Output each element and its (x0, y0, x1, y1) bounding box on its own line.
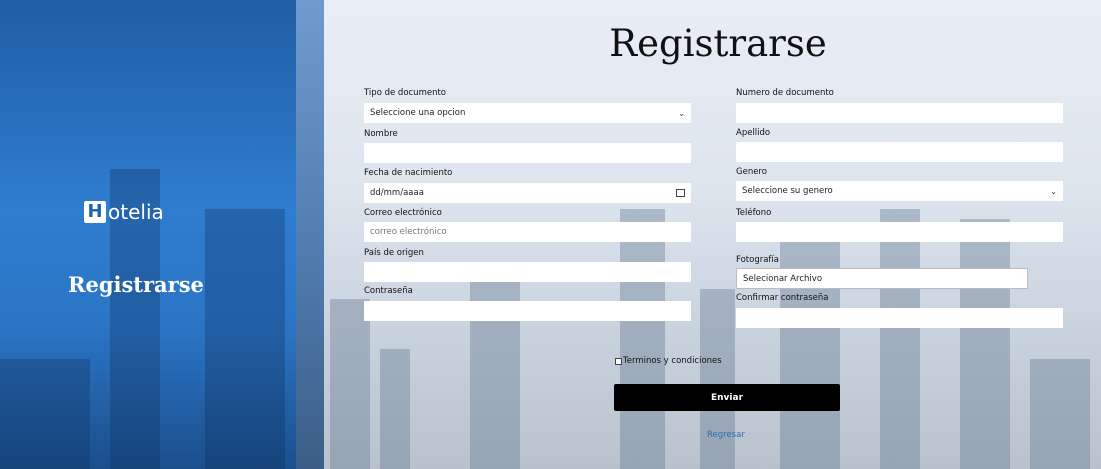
side-panel (0, 0, 296, 469)
file-button-label: Selecionar Archivo (743, 273, 823, 284)
telefono-label: Teléfono (736, 208, 772, 218)
calendar-icon[interactable] (676, 189, 685, 197)
tipo-documento-label: Tipo de documento (364, 88, 447, 98)
confirmar-label: Confirmar contraseña (736, 293, 829, 303)
genero-label: Genero (736, 167, 767, 177)
fotografia-label: Fotografía (736, 255, 779, 265)
apellido-label: Apellido (736, 128, 771, 138)
pais-input[interactable] (364, 262, 691, 282)
chevron-down-icon: ⌄ (678, 108, 685, 118)
terms-checkbox[interactable] (615, 357, 622, 365)
page-title: Registrarse (609, 22, 827, 65)
fotografia-file-button[interactable]: Selecionar Archivo (736, 268, 1028, 289)
regresar-link[interactable]: Regresar (707, 430, 745, 440)
tipo-documento-value: Seleccione una opcion (370, 108, 466, 118)
fecha-nacimiento-input[interactable]: dd/mm/aaaa (364, 183, 691, 203)
fecha-nacimiento-label: Fecha de nacimiento (364, 168, 453, 178)
logo-h-icon: H (84, 201, 106, 223)
correo-placeholder: correo electrónico (370, 227, 447, 237)
genero-value: Seleccione su genero (742, 186, 833, 196)
numero-documento-input[interactable] (736, 103, 1063, 123)
enviar-button[interactable]: Enviar (614, 384, 840, 411)
terms-row: Terminos y condiciones (615, 356, 722, 366)
pais-label: País de origen (364, 248, 424, 258)
contrasena-input[interactable] (364, 301, 691, 321)
numero-documento-label: Numero de documento (736, 88, 834, 98)
sidebar-title: Registrarse (68, 272, 204, 297)
fecha-placeholder: dd/mm/aaaa (370, 188, 424, 198)
correo-label: Correo electrónico (364, 208, 442, 218)
contrasena-label: Contraseña (364, 286, 413, 296)
tipo-documento-select[interactable]: Seleccione una opcion ⌄ (364, 103, 691, 123)
logo-text: otelia (108, 200, 164, 224)
correo-input[interactable]: correo electrónico (364, 222, 691, 242)
chevron-down-icon: ⌄ (1050, 186, 1057, 196)
hotelia-logo: H otelia (84, 200, 164, 224)
confirmar-input[interactable] (736, 308, 1063, 328)
telefono-input[interactable] (736, 222, 1063, 242)
genero-select[interactable]: Seleccione su genero ⌄ (736, 181, 1063, 201)
apellido-input[interactable] (736, 142, 1063, 162)
nombre-input[interactable] (364, 143, 691, 163)
panel-edge (296, 0, 324, 469)
nombre-label: Nombre (364, 129, 398, 139)
terms-label: Terminos y condiciones (623, 356, 722, 366)
